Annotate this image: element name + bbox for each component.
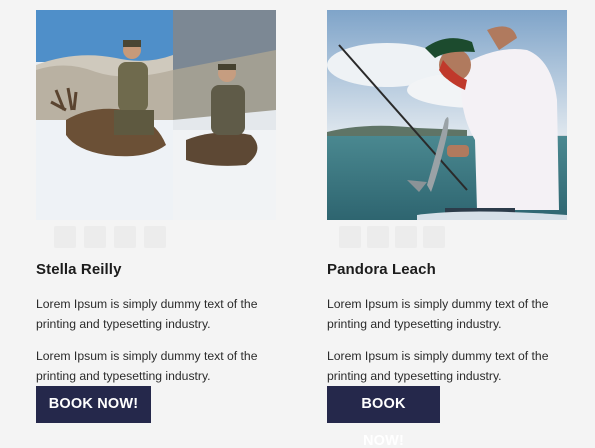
hunting-photo: [36, 10, 276, 220]
placeholder-square: [144, 226, 166, 248]
description-paragraph: Lorem Ipsum is simply dummy text of the …: [36, 349, 258, 383]
description-paragraph: Lorem Ipsum is simply dummy text of the …: [327, 297, 549, 331]
image-placeholder-dots: [327, 220, 567, 250]
placeholder-square: [367, 226, 389, 248]
description-paragraph: Lorem Ipsum is simply dummy text of the …: [327, 349, 549, 383]
book-now-button[interactable]: BOOK NOW!: [36, 386, 151, 423]
description-paragraph: Lorem Ipsum is simply dummy text of the …: [36, 297, 258, 331]
guide-name: Stella Reilly: [36, 261, 122, 278]
guide-card-pandora: Pandora Leach Lorem Ipsum is simply dumm…: [327, 10, 567, 386]
placeholder-square: [423, 226, 445, 248]
book-now-button[interactable]: BOOK NOW!: [327, 386, 440, 448]
placeholder-square: [395, 226, 417, 248]
image-placeholder-dots: [36, 220, 276, 250]
placeholder-square: [339, 226, 361, 248]
guide-card-stella: Stella Reilly Lorem Ipsum is simply dumm…: [36, 10, 276, 386]
placeholder-square: [84, 226, 106, 248]
placeholder-square: [54, 226, 76, 248]
fishing-photo: [327, 10, 567, 220]
placeholder-square: [114, 226, 136, 248]
page: Stella Reilly Lorem Ipsum is simply dumm…: [0, 0, 595, 448]
guide-name: Pandora Leach: [327, 261, 436, 278]
